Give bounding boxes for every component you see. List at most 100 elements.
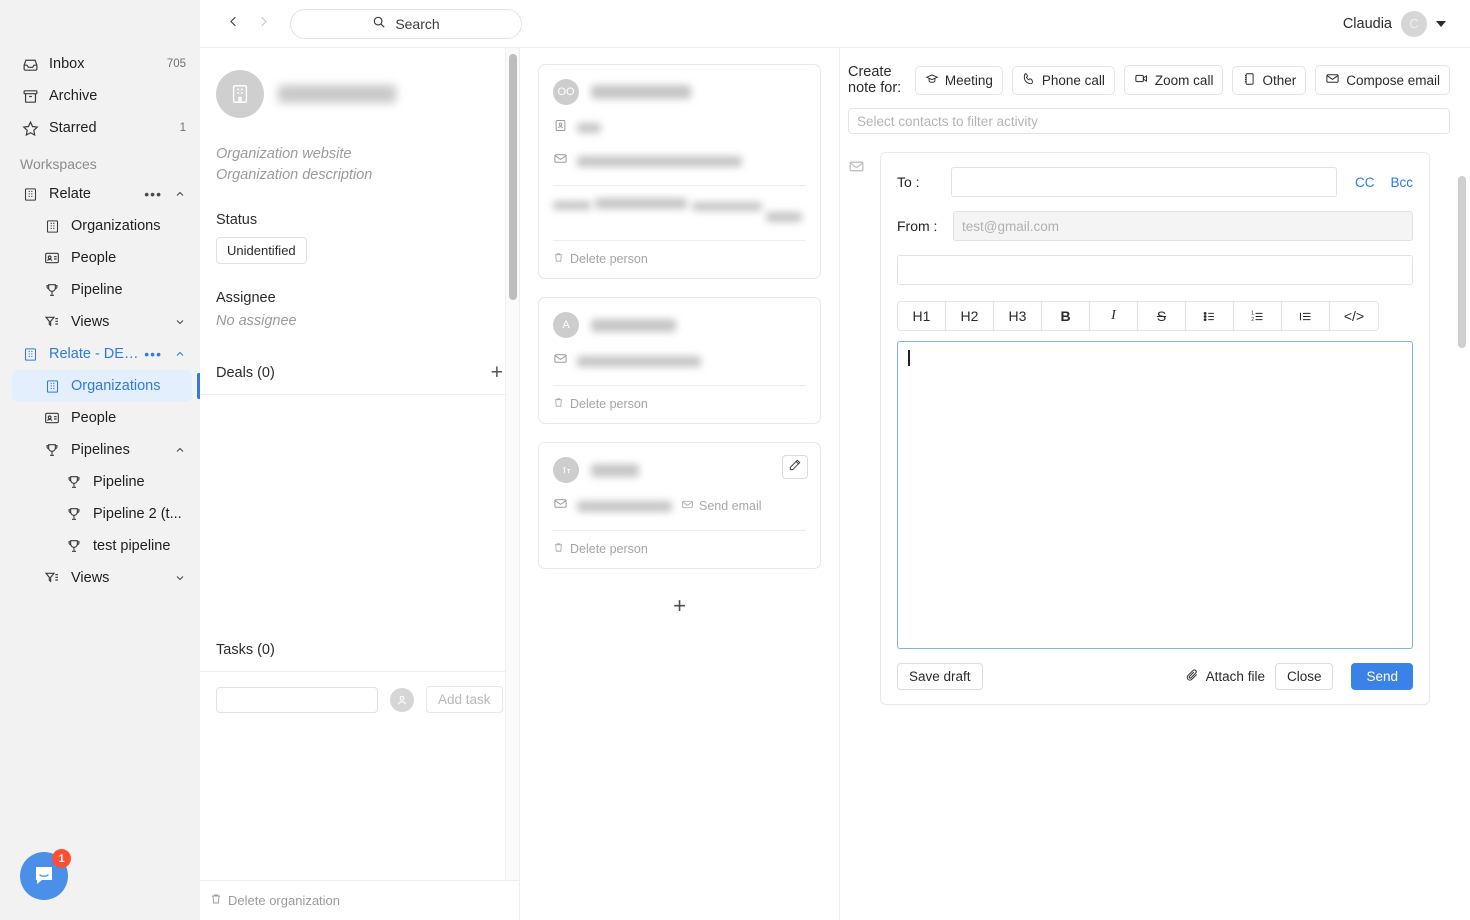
sidebar-item-pipeline[interactable]: Pipeline: [12, 466, 192, 498]
person-card[interactable]: Send email Delete person: [538, 442, 821, 569]
person-card[interactable]: OO Delete person: [538, 64, 821, 279]
to-input[interactable]: [951, 167, 1337, 197]
svg-text:2: 2: [1251, 316, 1254, 322]
note-type-zoom-call-button[interactable]: Zoom call: [1123, 65, 1224, 95]
workspace-relate-demo-header[interactable]: Relate - DEMO •••: [12, 338, 192, 370]
add-deal-button[interactable]: +: [491, 362, 503, 383]
bcc-button[interactable]: Bcc: [1390, 175, 1413, 190]
compose-email-button[interactable]: Compose email: [1315, 65, 1450, 95]
chevron-down-icon[interactable]: [1436, 20, 1446, 27]
organization-scrollbar-track[interactable]: [505, 48, 519, 880]
chevron-up-icon[interactable]: [174, 444, 186, 456]
note-type-label: Other: [1262, 72, 1297, 88]
trophy-icon: [42, 281, 62, 299]
delete-organization-button[interactable]: Delete organization: [200, 880, 519, 920]
sidebar-item-label: Archive: [49, 88, 98, 104]
task-assignee-button[interactable]: [390, 687, 414, 712]
sidebar-item-demo-people[interactable]: People: [12, 402, 192, 434]
from-input[interactable]: [953, 211, 1413, 241]
search-input[interactable]: Search: [290, 8, 522, 39]
sidebar-item-relate-people[interactable]: People: [12, 242, 192, 274]
bold-button[interactable]: B: [1042, 302, 1090, 330]
user-menu[interactable]: Claudia C: [1343, 10, 1446, 37]
organization-header: Organization website Organization descri…: [200, 48, 519, 329]
person-card[interactable]: A Delete person: [538, 297, 821, 424]
note-type-phone-call-button[interactable]: Phone call: [1011, 65, 1115, 95]
send-email-button[interactable]: Send email: [681, 498, 762, 514]
deals-title: Deals (0): [216, 364, 275, 381]
bullet-list-button[interactable]: [1186, 302, 1234, 330]
sidebar-item-demo-pipelines[interactable]: Pipelines: [12, 434, 192, 466]
add-person-button[interactable]: +: [673, 595, 686, 617]
organization-scrollbar-thumb[interactable]: [509, 54, 517, 300]
sidebar-item-pipeline-2[interactable]: Pipeline 2 (t...: [12, 498, 192, 530]
assignee-value[interactable]: No assignee: [216, 313, 503, 329]
add-task-button[interactable]: Add task: [426, 686, 503, 713]
avatar: [553, 457, 579, 483]
edit-person-button[interactable]: [782, 455, 808, 479]
sidebar-item-archive[interactable]: Archive: [12, 80, 192, 112]
sidebar-item-inbox[interactable]: Inbox 705: [12, 48, 192, 80]
note-type-meeting-button[interactable]: Meeting: [914, 65, 1003, 95]
activity-scrollbar-thumb[interactable]: [1458, 176, 1466, 348]
chat-unread-badge: 1: [52, 849, 71, 868]
workspace-options-icon[interactable]: •••: [144, 186, 168, 202]
code-block-button[interactable]: </>: [1330, 302, 1378, 330]
email-body-editor[interactable]: [897, 341, 1413, 649]
envelope-icon: [1325, 71, 1340, 89]
heading-1-button[interactable]: H1: [898, 302, 946, 330]
delete-person-button[interactable]: Delete person: [553, 386, 806, 423]
trash-icon: [553, 252, 564, 266]
sidebar-item-starred[interactable]: Starred 1: [12, 112, 192, 144]
chevron-down-icon[interactable]: [174, 572, 186, 584]
pencil-icon: [788, 458, 802, 477]
status-badge[interactable]: Unidentified: [216, 237, 307, 264]
heading-2-button[interactable]: H2: [946, 302, 994, 330]
person-header: A: [553, 312, 806, 338]
attach-file-button[interactable]: Attach file: [1185, 668, 1265, 685]
building-icon: [42, 377, 62, 395]
close-composer-button[interactable]: Close: [1274, 663, 1334, 690]
person-email-value: [577, 155, 742, 167]
strikethrough-button[interactable]: S: [1138, 302, 1186, 330]
chevron-up-icon[interactable]: [174, 188, 186, 200]
chat-launcher-button[interactable]: 1: [20, 849, 71, 900]
workspace-relate-header[interactable]: Relate •••: [12, 178, 192, 210]
activity-scrollbar-track[interactable]: [1458, 48, 1468, 920]
delete-person-label: Delete person: [570, 397, 648, 411]
delete-person-button[interactable]: Delete person: [553, 241, 806, 278]
person-extra-line: [766, 212, 803, 222]
back-button[interactable]: [218, 9, 248, 39]
sidebar-item-relate-organizations[interactable]: Organizations: [12, 210, 192, 242]
task-input[interactable]: [216, 686, 378, 713]
numbered-list-button[interactable]: 12: [1234, 302, 1282, 330]
send-button[interactable]: Send: [1351, 663, 1413, 690]
workspace-options-icon[interactable]: •••: [144, 346, 168, 362]
chevron-down-icon[interactable]: [174, 316, 186, 328]
organization-description[interactable]: Organization description: [216, 165, 503, 186]
sidebar-item-relate-views[interactable]: Views: [12, 306, 192, 338]
sidebar-item-demo-views[interactable]: Views: [12, 562, 192, 594]
forward-button[interactable]: [248, 9, 278, 39]
subject-input[interactable]: [897, 255, 1413, 285]
person-email-value: [577, 500, 672, 512]
organization-avatar: [216, 70, 264, 118]
cc-button[interactable]: CC: [1355, 175, 1375, 190]
sidebar-item-demo-organizations[interactable]: Organizations: [12, 370, 192, 402]
sidebar-item-test-pipeline[interactable]: test pipeline: [12, 530, 192, 562]
deals-list: [200, 395, 519, 628]
italic-button[interactable]: I: [1090, 302, 1138, 330]
chevron-up-icon[interactable]: [174, 348, 186, 360]
sidebar-item-relate-pipeline[interactable]: Pipeline: [12, 274, 192, 306]
note-type-other-button[interactable]: Other: [1232, 65, 1307, 95]
organization-website[interactable]: Organization website: [216, 144, 503, 165]
blockquote-button[interactable]: [1282, 302, 1330, 330]
search-icon: [372, 15, 386, 32]
heading-3-button[interactable]: H3: [994, 302, 1042, 330]
save-draft-button[interactable]: Save draft: [897, 663, 983, 690]
delete-person-button[interactable]: Delete person: [553, 531, 806, 568]
notebook-icon: [1242, 72, 1256, 89]
person-extra-line: [553, 201, 591, 210]
avatar: A: [553, 312, 579, 338]
contact-filter-input[interactable]: [848, 108, 1450, 134]
